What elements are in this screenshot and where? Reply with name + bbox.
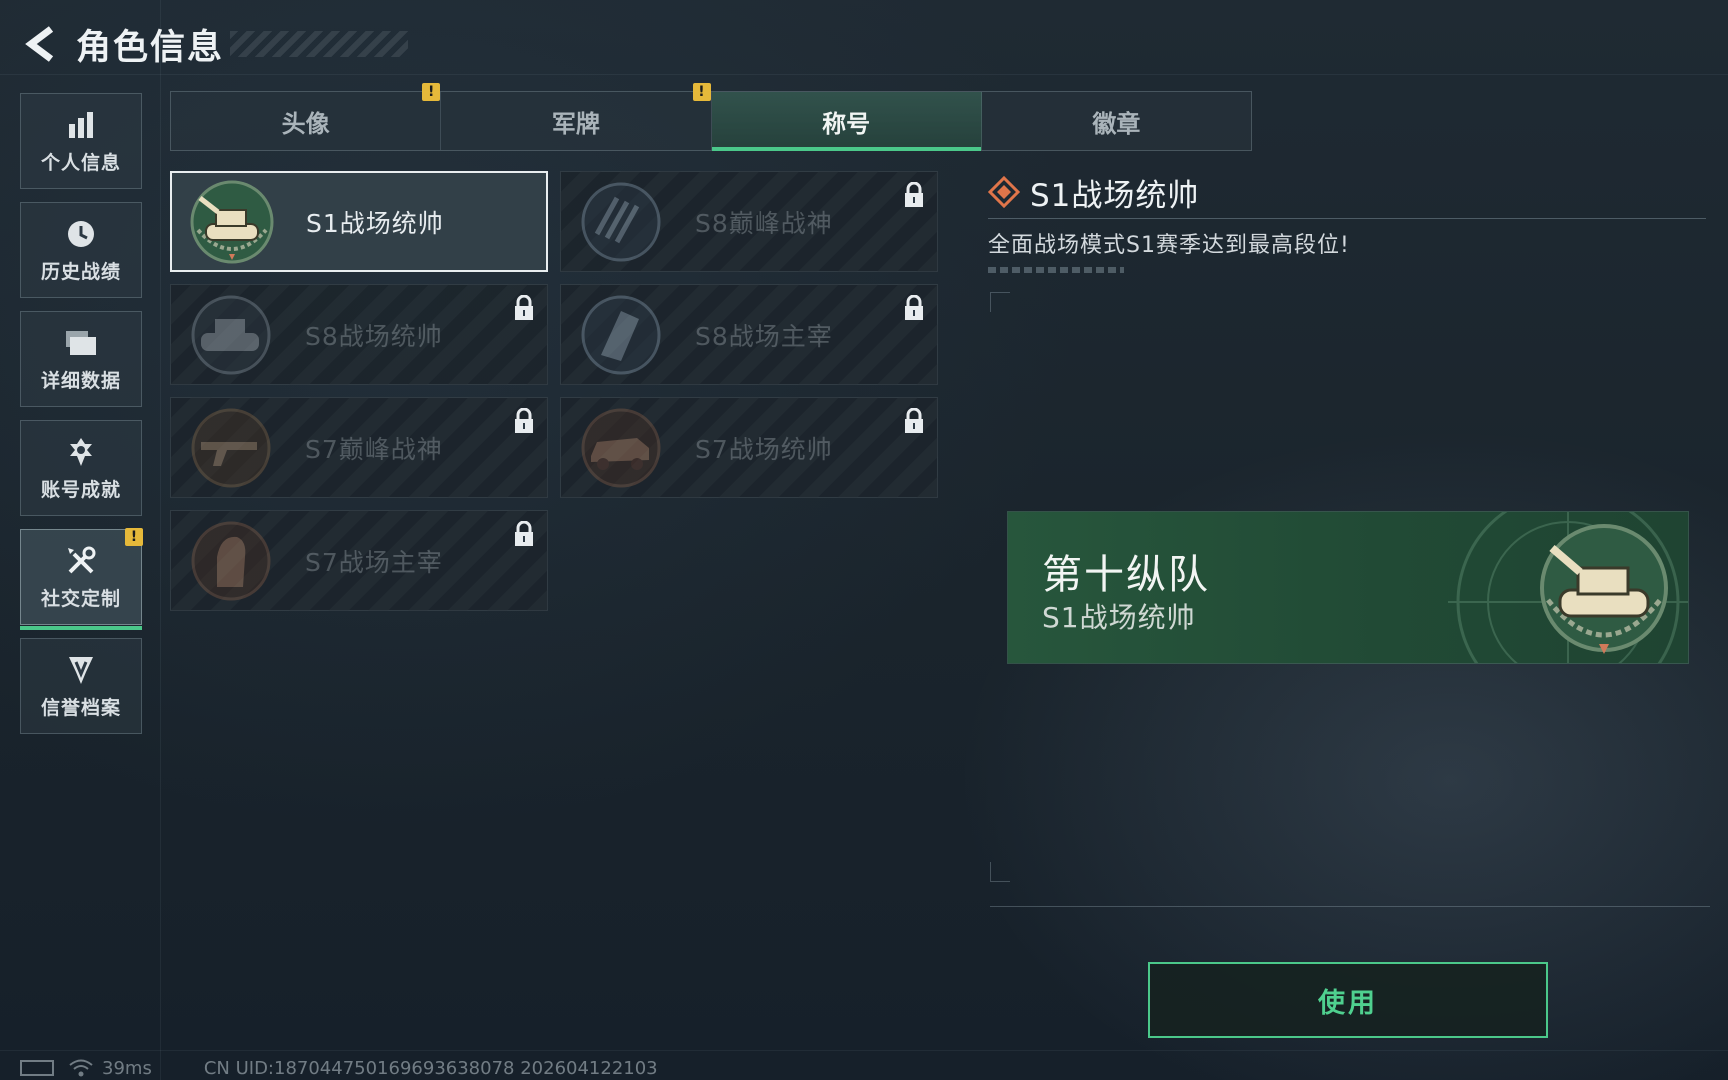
back-arrow-icon[interactable] (18, 22, 62, 66)
lock-icon (905, 408, 923, 433)
sidebar-item-label: 社交定制 (40, 587, 121, 610)
detail-description: 全面战场模式S1赛季达到最高段位! (988, 233, 1350, 258)
tab-badge[interactable]: 徽章 (982, 92, 1251, 150)
sidebar-item-label: 信誉档案 (40, 696, 121, 719)
sidebar-item-label: 账号成就 (40, 478, 121, 501)
rifle-emblem-icon (191, 408, 271, 487)
status-bar: 39ms CN UID:187044750169693638078 202604… (20, 1056, 658, 1080)
divider (988, 218, 1706, 219)
lock-icon (515, 521, 533, 546)
bg-grid-line (0, 74, 1728, 75)
title-card-s7-commander[interactable]: S7战场统帅 (560, 397, 938, 498)
tab-title[interactable]: 称号 (711, 92, 982, 151)
detail-title: S1战场统帅 (1030, 177, 1200, 214)
title-card-label: S1战场统帅 (306, 208, 444, 238)
alert-badge: ! (692, 83, 711, 101)
slash-emblem-icon (581, 182, 661, 261)
uid-text: CN UID:187044750169693638078 20260412210… (203, 1057, 658, 1079)
vehicle-emblem-icon (581, 408, 661, 487)
lock-icon (515, 408, 533, 433)
building-emblem-icon (581, 295, 661, 374)
tab-label: 徽章 (1092, 109, 1141, 138)
title-card-label: S7战场统帅 (695, 434, 833, 464)
title-card-label: S7巅峰战神 (305, 434, 443, 464)
title-card-label: S8巅峰战神 (695, 208, 833, 238)
sidebar-item-label: 历史战绩 (40, 260, 121, 283)
achievement-icon (64, 435, 98, 469)
sidebar-item-label: 详细数据 (40, 369, 121, 392)
tab-avatar[interactable]: 头像 ! (171, 83, 442, 150)
lock-icon (515, 295, 533, 320)
divider (990, 906, 1710, 907)
soldier-emblem-icon (191, 521, 271, 600)
title-card-label: S8战场主宰 (695, 321, 833, 351)
tab-label: 军牌 (551, 109, 600, 138)
sidebar-nav: 个人信息 历史战绩 详细数据 账号成就 ! 社交定制 信誉档案 (20, 93, 144, 747)
title-card-s1-commander[interactable]: S1战场统帅 (170, 171, 548, 272)
detail-header: S1战场统帅 (988, 170, 1706, 214)
title-decoration (230, 31, 408, 57)
tab-dogtag[interactable]: 军牌 ! (441, 83, 712, 150)
page-header: 角色信息 (18, 20, 224, 68)
title-card-label: S7战场主宰 (305, 547, 443, 577)
sidebar-item-social[interactable]: ! 社交定制 (20, 528, 143, 630)
sidebar-item-details[interactable]: 详细数据 (20, 311, 142, 407)
history-clock-icon (64, 217, 98, 251)
bg-grid-line (0, 1050, 1728, 1051)
lock-icon (905, 295, 923, 320)
alert-badge: ! (125, 528, 143, 546)
lock-icon (905, 182, 923, 207)
decoration-dots (988, 267, 1124, 273)
title-card-s7-dominator[interactable]: S7战场主宰 (170, 510, 548, 611)
sidebar-item-achievements[interactable]: 账号成就 (20, 420, 142, 516)
credit-shield-icon (64, 653, 98, 687)
alert-badge: ! (422, 83, 441, 101)
folder-icon (64, 326, 98, 360)
title-preview-banner: 第十纵队 S1战场统帅 (1008, 512, 1688, 663)
tab-label: 头像 (281, 109, 330, 138)
sidebar-item-credit[interactable]: 信誉档案 (20, 638, 142, 734)
sidebar-item-label: 个人信息 (40, 151, 121, 174)
sidebar-item-profile[interactable]: 个人信息 (20, 93, 142, 189)
sidebar-item-history[interactable]: 历史战绩 (20, 202, 142, 298)
tab-label: 称号 (822, 109, 871, 138)
use-button[interactable]: 使用 (1148, 962, 1548, 1038)
title-card-s8-commander[interactable]: S8战场统帅 (170, 284, 548, 385)
ping-text: 39ms (102, 1057, 152, 1079)
title-card-s8-dominator[interactable]: S8战场主宰 (560, 284, 938, 385)
title-card-s8-peak[interactable]: S8巅峰战神 (560, 171, 938, 272)
title-card-s7-peak[interactable]: S7巅峰战神 (170, 397, 548, 498)
tank-emblem-icon (191, 295, 271, 374)
title-card-label: S8战场统帅 (305, 321, 443, 351)
wifi-icon (69, 1059, 93, 1077)
bg-grid-line (160, 0, 161, 1080)
player-name: 第十纵队 (1042, 552, 1210, 598)
bar-chart-icon (64, 108, 98, 142)
rank-diamond-icon (988, 176, 1020, 208)
preview-title: S1战场统帅 (1042, 601, 1196, 634)
tank-emblem-icon (1540, 524, 1668, 654)
title-detail-panel: S1战场统帅 全面战场模式S1赛季达到最高段位! (988, 170, 1706, 273)
tank-emblem-icon (190, 180, 274, 263)
page-title: 角色信息 (76, 27, 225, 68)
tools-icon (64, 544, 98, 578)
battery-icon (20, 1060, 54, 1076)
category-tabs: 头像 ! 军牌 ! 称号 徽章 (170, 83, 1252, 151)
